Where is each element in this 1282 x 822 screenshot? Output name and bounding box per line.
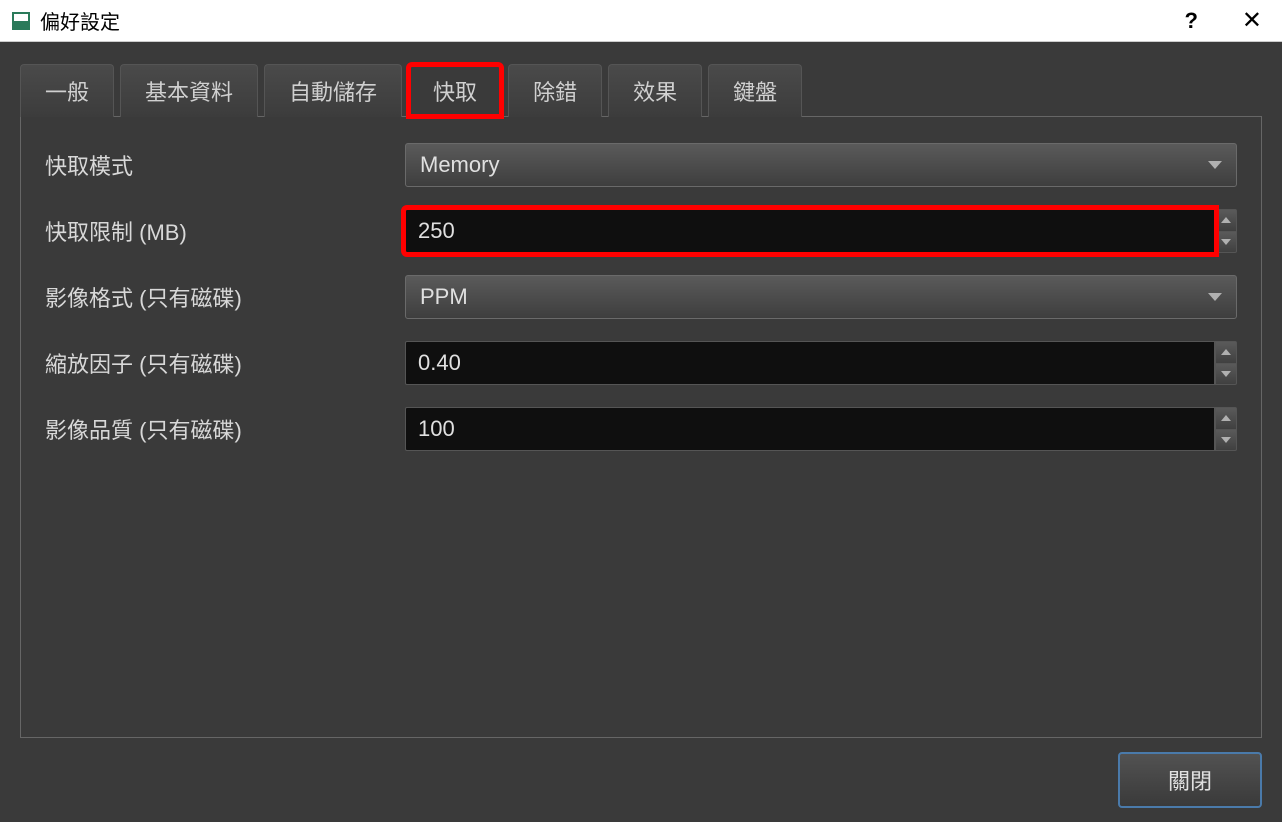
window-title: 偏好設定: [40, 6, 1184, 35]
scale-factor-spinbox: [405, 341, 1237, 385]
scale-factor-step-up[interactable]: [1215, 341, 1237, 364]
chevron-down-icon: [1221, 239, 1231, 245]
image-format-label: 影像格式 (只有磁碟): [45, 281, 385, 313]
scale-factor-step-down[interactable]: [1215, 364, 1237, 386]
cache-mode-select[interactable]: Memory: [405, 143, 1237, 187]
cache-mode-value: Memory: [420, 152, 499, 178]
cache-limit-label: 快取限制 (MB): [45, 215, 385, 247]
tab-debug[interactable]: 除錯: [508, 64, 602, 117]
titlebar: 偏好設定 ? ✕: [0, 0, 1282, 42]
tab-keyboard[interactable]: 鍵盤: [708, 64, 802, 117]
cache-mode-label: 快取模式: [45, 149, 385, 181]
image-quality-step-up[interactable]: [1215, 407, 1237, 430]
image-quality-step-down[interactable]: [1215, 430, 1237, 452]
cache-limit-step-down[interactable]: [1215, 232, 1237, 254]
chevron-down-icon: [1208, 293, 1222, 301]
window-close-button[interactable]: ✕: [1234, 6, 1270, 35]
tab-panel-cache: 快取模式 Memory 快取限制 (MB): [20, 116, 1262, 738]
close-button[interactable]: 關閉: [1118, 752, 1262, 808]
scale-factor-input[interactable]: [405, 341, 1215, 385]
cache-limit-step-up[interactable]: [1215, 209, 1237, 232]
cache-limit-spinbox: [405, 209, 1237, 253]
image-quality-label: 影像品質 (只有磁碟): [45, 413, 385, 445]
tab-effects[interactable]: 效果: [608, 64, 702, 117]
chevron-up-icon: [1221, 217, 1231, 223]
image-format-value: PPM: [420, 284, 468, 310]
image-quality-input[interactable]: [405, 407, 1215, 451]
tab-metadata[interactable]: 基本資料: [120, 64, 258, 117]
app-icon: [12, 12, 30, 30]
chevron-down-icon: [1221, 437, 1231, 443]
help-button[interactable]: ?: [1184, 8, 1197, 34]
tab-bar: 一般 基本資料 自動儲存 快取 除錯 效果 鍵盤: [20, 64, 1262, 117]
tab-autosave[interactable]: 自動儲存: [264, 64, 402, 117]
chevron-down-icon: [1208, 161, 1222, 169]
cache-limit-input[interactable]: [405, 209, 1215, 253]
tab-cache[interactable]: 快取: [408, 64, 502, 117]
chevron-up-icon: [1221, 349, 1231, 355]
tab-general[interactable]: 一般: [20, 64, 114, 117]
chevron-down-icon: [1221, 371, 1231, 377]
image-quality-spinbox: [405, 407, 1237, 451]
image-format-select[interactable]: PPM: [405, 275, 1237, 319]
chevron-up-icon: [1221, 415, 1231, 421]
scale-factor-label: 縮放因子 (只有磁碟): [45, 347, 385, 379]
